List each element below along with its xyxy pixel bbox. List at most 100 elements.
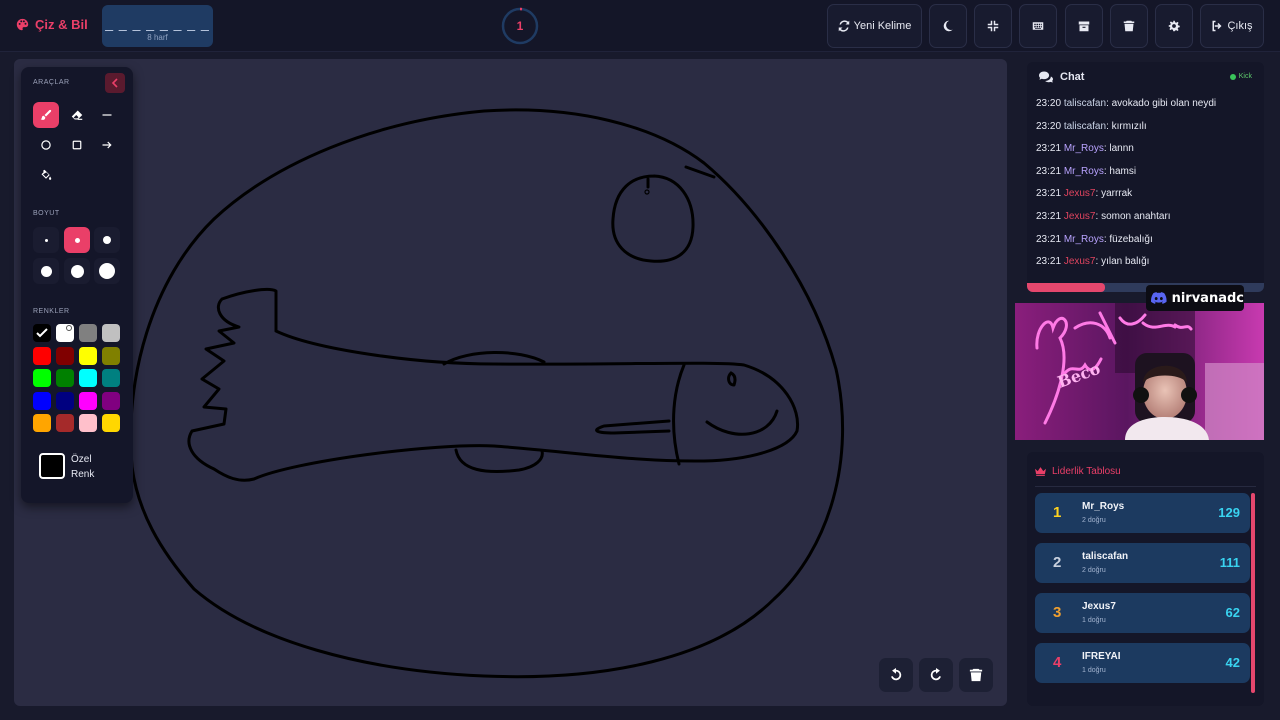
size-option-3[interactable] [94,227,120,253]
player-name: IFREYAI [1082,651,1121,662]
message-time: 23:21 [1036,256,1062,268]
custom-color-label: Özel Renk [71,454,95,480]
message-user[interactable]: Jexus7 [1064,188,1096,199]
color-swatch[interactable] [102,346,120,365]
message-user[interactable]: taliscafan [1064,98,1106,109]
fullscreen-button[interactable] [974,4,1012,48]
stroke-fin-bottom [454,448,544,474]
color-swatch[interactable] [56,324,74,342]
drawing-strokes[interactable] [14,59,1007,706]
new-word-button[interactable]: Yeni Kelime [827,4,922,48]
chat-message: 23:21 Mr_Roys: füzebalığı [1036,233,1153,245]
color-swatch[interactable] [33,346,51,365]
correct-count: 2 doğru [1082,567,1106,574]
fill-tool[interactable] [33,162,59,188]
discord-badge: nirvanadc [1146,285,1244,311]
tool-panel: ARAÇLAR BOYUT RENKLER Özel Renk [21,67,133,503]
correct-count: 2 doğru [1082,517,1106,524]
settings-button[interactable] [1155,4,1193,48]
color-swatch[interactable] [79,346,97,365]
size-dot [70,264,84,278]
redo-button[interactable] [919,658,953,692]
line-tool[interactable] [94,102,120,128]
color-swatch[interactable] [33,369,51,388]
chat-panel: Chat Kick 23:20 taliscafan: avokado gibi… [1027,62,1264,292]
keyboard-icon [1032,22,1044,30]
undo-icon [891,668,902,681]
leaderboard-scrollbar[interactable] [1251,493,1255,693]
player-name: Mr_Roys [1082,501,1125,512]
arrow-right-icon [102,141,112,149]
clear-canvas-button[interactable] [959,658,993,692]
message-time: 23:21 [1036,143,1062,155]
message-text: füzebalığı [1109,233,1153,245]
rank-number: 1 [1053,504,1062,521]
size-dot [40,265,52,277]
circle-tool[interactable] [33,132,59,158]
size-option-5[interactable] [64,258,90,284]
stroke-fish-body [187,287,800,482]
arrow-tool[interactable] [94,132,120,158]
message-user[interactable]: Jexus7 [1064,211,1096,222]
color-swatch[interactable] [33,414,51,433]
leaderboard-divider [1035,486,1256,487]
color-swatch[interactable] [79,324,97,342]
stroke-eye-small [727,371,737,387]
size-option-6[interactable] [94,258,120,284]
custom-color-picker[interactable] [39,453,65,479]
collapse-tools-button[interactable] [105,73,125,93]
undo-button[interactable] [879,658,913,692]
message-text: lannn [1109,143,1134,155]
app-brand[interactable]: Çiz & Bil [16,17,88,32]
leaderboard-row[interactable]: 1 Mr_Roys 2 doğru 129 [1035,493,1250,533]
color-swatch[interactable] [79,369,97,388]
size-option-2[interactable] [64,227,90,253]
message-time: 23:21 [1036,188,1062,200]
platform-status: Kick [1229,73,1252,80]
color-swatch[interactable] [56,369,74,388]
message-text: hamsi [1109,165,1137,177]
color-swatch[interactable] [79,414,97,433]
player-score: 129 [1218,505,1240,520]
leaderboard-row[interactable]: 3 Jexus7 1 doğru 62 [1035,593,1250,633]
color-swatch[interactable] [33,324,51,342]
chat-message: 23:20 taliscafan: avokado gibi olan neyd… [1036,98,1217,109]
round-progress-fill [1027,283,1106,292]
new-word-label: Yeni Kelime [853,20,912,32]
eraser-tool[interactable] [64,102,90,128]
color-swatch[interactable] [56,391,74,410]
message-user[interactable]: Mr_Roys [1064,166,1104,177]
color-swatch[interactable] [56,414,74,433]
redo-icon [930,668,941,681]
size-option-1[interactable] [33,227,59,253]
color-swatch[interactable] [79,391,97,410]
top-bar: Çiz & Bil _ _ _ _ _ _ _ _ 8 harf 1 Yeni … [0,0,1280,52]
exit-button[interactable]: Çıkış [1200,4,1264,48]
message-user[interactable]: Mr_Roys [1064,143,1104,154]
color-swatch[interactable] [102,414,120,433]
message-user[interactable]: Jexus7 [1064,256,1096,267]
trash-icon [1123,20,1135,32]
message-user[interactable]: Mr_Roys [1064,234,1104,245]
archive-button[interactable] [1065,4,1103,48]
line-icon [102,114,112,116]
color-swatch[interactable] [102,391,120,410]
leaderboard-row[interactable]: 4 IFREYAI 1 doğru 42 [1035,643,1250,683]
compress-icon [987,20,999,32]
brush-tool[interactable] [33,102,59,128]
round-timer: 1 [501,7,539,45]
color-swatch[interactable] [33,391,51,410]
color-swatch[interactable] [102,324,120,342]
keyboard-button[interactable] [1019,4,1057,48]
color-swatch[interactable] [56,346,74,365]
message-time: 23:21 [1036,165,1062,177]
word-dashes: _ _ _ _ _ _ _ _ [105,15,210,31]
size-option-4[interactable] [33,258,59,284]
message-user[interactable]: taliscafan [1064,121,1106,132]
color-swatch[interactable] [102,369,120,388]
leaderboard-row[interactable]: 2 taliscafan 2 doğru 111 [1035,543,1250,583]
theme-toggle-button[interactable] [929,4,967,48]
rectangle-tool[interactable] [64,132,90,158]
clear-all-button[interactable] [1110,4,1148,48]
drawing-canvas[interactable] [14,59,1007,706]
